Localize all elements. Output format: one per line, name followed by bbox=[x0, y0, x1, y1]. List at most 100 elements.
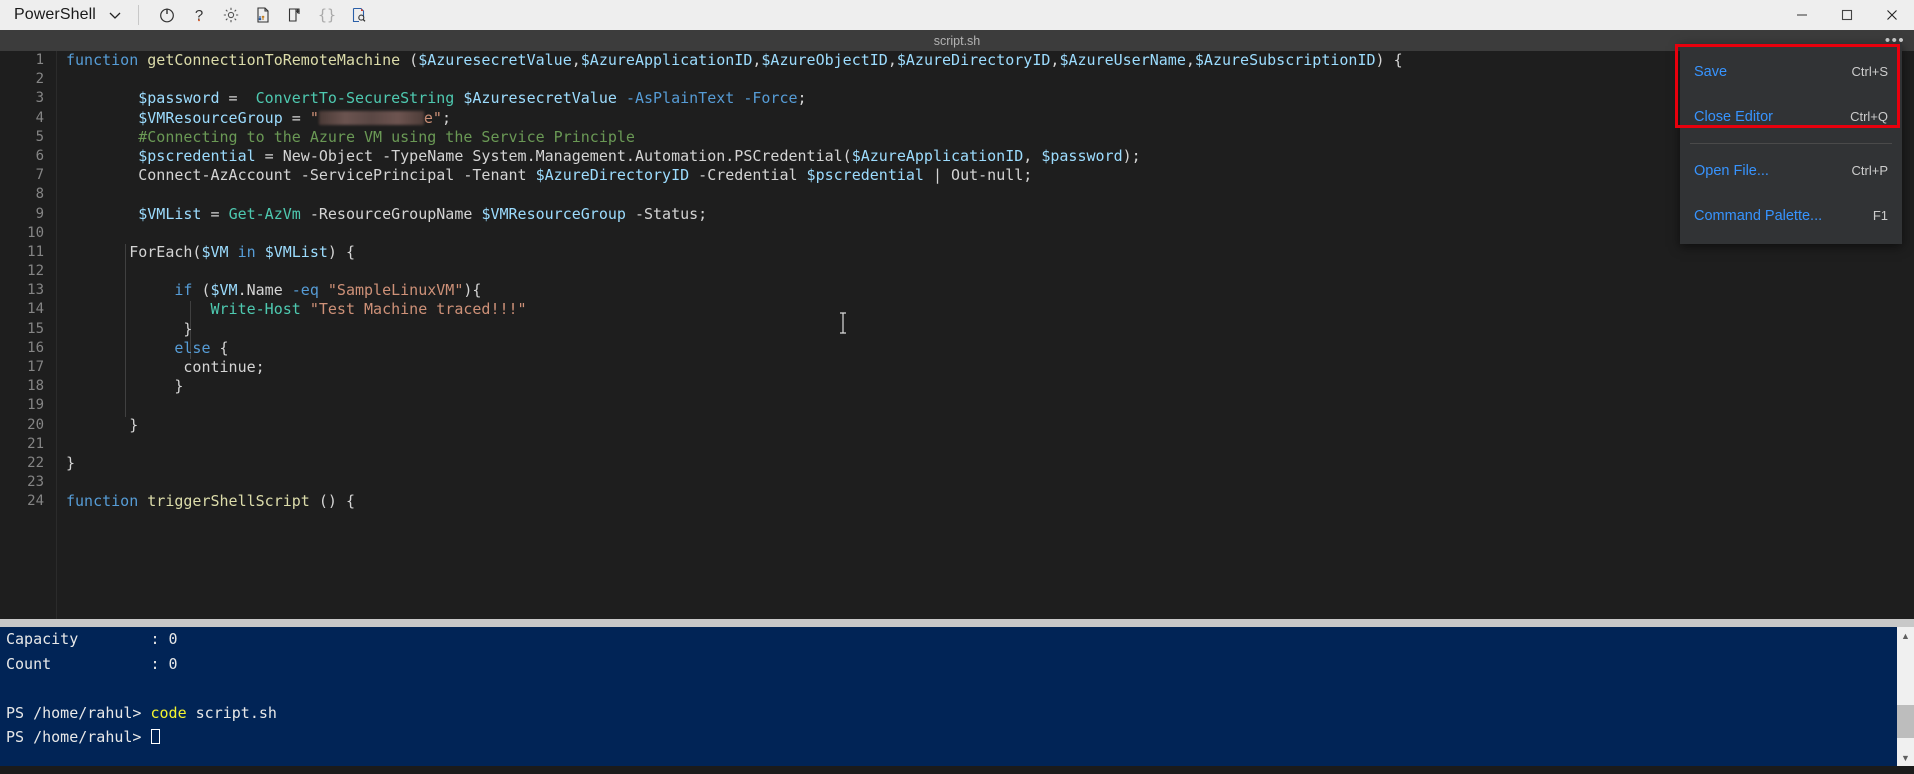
code-token: ForEach( bbox=[66, 242, 202, 261]
line-number: 5 bbox=[35, 128, 44, 145]
line-number: 24 bbox=[27, 493, 44, 510]
code-token: ; bbox=[797, 89, 807, 108]
code-line: 20 } bbox=[0, 416, 1914, 435]
code-token: -AsPlainText bbox=[625, 89, 735, 108]
editor-context-menu[interactable]: Save Ctrl+S Close Editor Ctrl+Q Open File...… bbox=[1680, 43, 1902, 244]
code-token: function bbox=[66, 51, 148, 69]
maximize-button[interactable] bbox=[1824, 0, 1869, 30]
code-token: ; bbox=[441, 108, 451, 127]
code-token: continue; bbox=[66, 358, 265, 376]
menu-item-shortcut: F1 bbox=[1872, 208, 1888, 223]
code-token: = bbox=[201, 204, 229, 223]
code-token: ( bbox=[192, 281, 211, 300]
code-line: 15 } bbox=[0, 320, 1914, 339]
code-token: , bbox=[571, 51, 581, 69]
powershell-terminal[interactable]: Capacity : 0 Count : 0 PS /home/rahul> co… bbox=[0, 627, 1914, 766]
close-button[interactable] bbox=[1869, 0, 1914, 30]
menu-item-close-editor[interactable]: Close Editor Ctrl+Q bbox=[1680, 94, 1902, 139]
menu-item-shortcut: Ctrl+Q bbox=[1850, 109, 1888, 124]
editor-preview-icon[interactable] bbox=[343, 1, 375, 29]
code-line: 21 bbox=[0, 435, 1914, 454]
code-token: $AzureUserName bbox=[1059, 51, 1186, 69]
code-token: #Connecting to the Azure VM using the Se… bbox=[138, 127, 635, 146]
line-number: 15 bbox=[27, 320, 44, 337]
code-text: } bbox=[44, 416, 1914, 435]
terminal-text: PS /home/rahul> bbox=[6, 703, 151, 722]
code-token: $VMResourceGroup bbox=[481, 204, 626, 223]
code-text: function getConnectionToRemoteMachine ($… bbox=[44, 51, 1914, 70]
line-number: 12 bbox=[27, 263, 44, 280]
code-token: $AzureApplicationID bbox=[580, 51, 753, 69]
bottom-strip bbox=[0, 766, 1914, 774]
code-token: = New-Object -TypeName System.Management… bbox=[255, 146, 852, 165]
line-number: 16 bbox=[27, 339, 44, 356]
code-text: $password = ConvertTo-SecureString $Azur… bbox=[44, 89, 1914, 108]
help-icon[interactable]: ? bbox=[183, 1, 215, 29]
chevron-down-icon[interactable] bbox=[106, 6, 124, 24]
line-number: 1 bbox=[35, 52, 44, 68]
menu-item-label: Command Palette... bbox=[1694, 207, 1823, 224]
code-token: in bbox=[237, 242, 256, 261]
code-token: -Credential bbox=[689, 166, 807, 185]
code-token: } bbox=[66, 377, 184, 396]
code-line: 13 if ($VM.Name -eq "SampleLinuxVM"){ bbox=[0, 281, 1914, 300]
minimize-button[interactable] bbox=[1779, 0, 1824, 30]
code-line: 24 function triggerShellScript () { bbox=[0, 492, 1914, 511]
line-number: 9 bbox=[35, 205, 44, 222]
code-line: 1 function getConnectionToRemoteMachine (… bbox=[0, 51, 1914, 70]
new-file-icon[interactable] bbox=[279, 1, 311, 29]
code-token: e" bbox=[423, 108, 442, 127]
menu-item-open-file[interactable]: Open File... Ctrl+P bbox=[1680, 148, 1902, 193]
terminal-scrollbar[interactable]: ▲ ▼ bbox=[1897, 627, 1914, 766]
line-number: 19 bbox=[27, 397, 44, 414]
code-editor[interactable]: 1 function getConnectionToRemoteMachine (… bbox=[0, 51, 1914, 619]
line-number: 17 bbox=[27, 359, 44, 375]
scroll-up-arrow-icon[interactable]: ▲ bbox=[1897, 627, 1914, 644]
code-text: } bbox=[44, 320, 1914, 339]
scroll-down-arrow-icon[interactable]: ▼ bbox=[1897, 749, 1914, 766]
curly-braces-icon[interactable]: {} bbox=[311, 1, 343, 29]
power-icon[interactable] bbox=[151, 1, 183, 29]
code-token: $password bbox=[138, 89, 220, 108]
menu-item-label: Open File... bbox=[1694, 162, 1769, 179]
menu-item-shortcut: Ctrl+S bbox=[1851, 64, 1888, 79]
terminal-text: PS /home/rahul> bbox=[6, 728, 151, 746]
scrollbar-thumb[interactable] bbox=[1897, 705, 1914, 738]
line-number: 18 bbox=[27, 378, 44, 395]
code-line: 12 bbox=[0, 262, 1914, 281]
terminal-resize-handle[interactable] bbox=[0, 619, 1914, 627]
terminal-line: Count : 0 bbox=[0, 652, 1914, 677]
menu-item-save[interactable]: Save Ctrl+S bbox=[1680, 49, 1902, 94]
menu-item-command-palette[interactable]: Command Palette... F1 bbox=[1680, 193, 1902, 238]
code-text: #Connecting to the Azure VM using the Se… bbox=[44, 128, 1914, 147]
line-number: 6 bbox=[35, 147, 44, 164]
code-line: 14 Write-Host "Test Machine traced!!!" bbox=[0, 300, 1914, 319]
code-token: } bbox=[66, 453, 76, 472]
code-text: $VMList = Get-AzVm -ResourceGroupName $V… bbox=[44, 205, 1914, 224]
code-text: continue; bbox=[44, 358, 1914, 377]
tab-script-sh[interactable]: script.sh bbox=[934, 34, 981, 48]
upload-download-file-icon[interactable] bbox=[247, 1, 279, 29]
code-line: 11 ForEach($VM in $VMList) { bbox=[0, 243, 1914, 262]
menu-item-label: Save bbox=[1694, 63, 1728, 80]
settings-gear-icon[interactable] bbox=[215, 1, 247, 29]
code-line: 17 continue; bbox=[0, 358, 1914, 377]
code-token: "SampleLinuxVM" bbox=[327, 281, 464, 300]
line-number: 3 bbox=[35, 90, 44, 107]
code-line: 10 bbox=[0, 224, 1914, 243]
code-token: { bbox=[210, 338, 229, 357]
terminal-line: Capacity : 0 bbox=[0, 627, 1914, 652]
terminal-text: Count : 0 bbox=[6, 654, 178, 673]
code-line-list: 1 function getConnectionToRemoteMachine (… bbox=[0, 51, 1914, 512]
editor-tab-strip: script.sh bbox=[0, 30, 1914, 51]
code-text: function triggerShellScript () { bbox=[44, 492, 1914, 511]
